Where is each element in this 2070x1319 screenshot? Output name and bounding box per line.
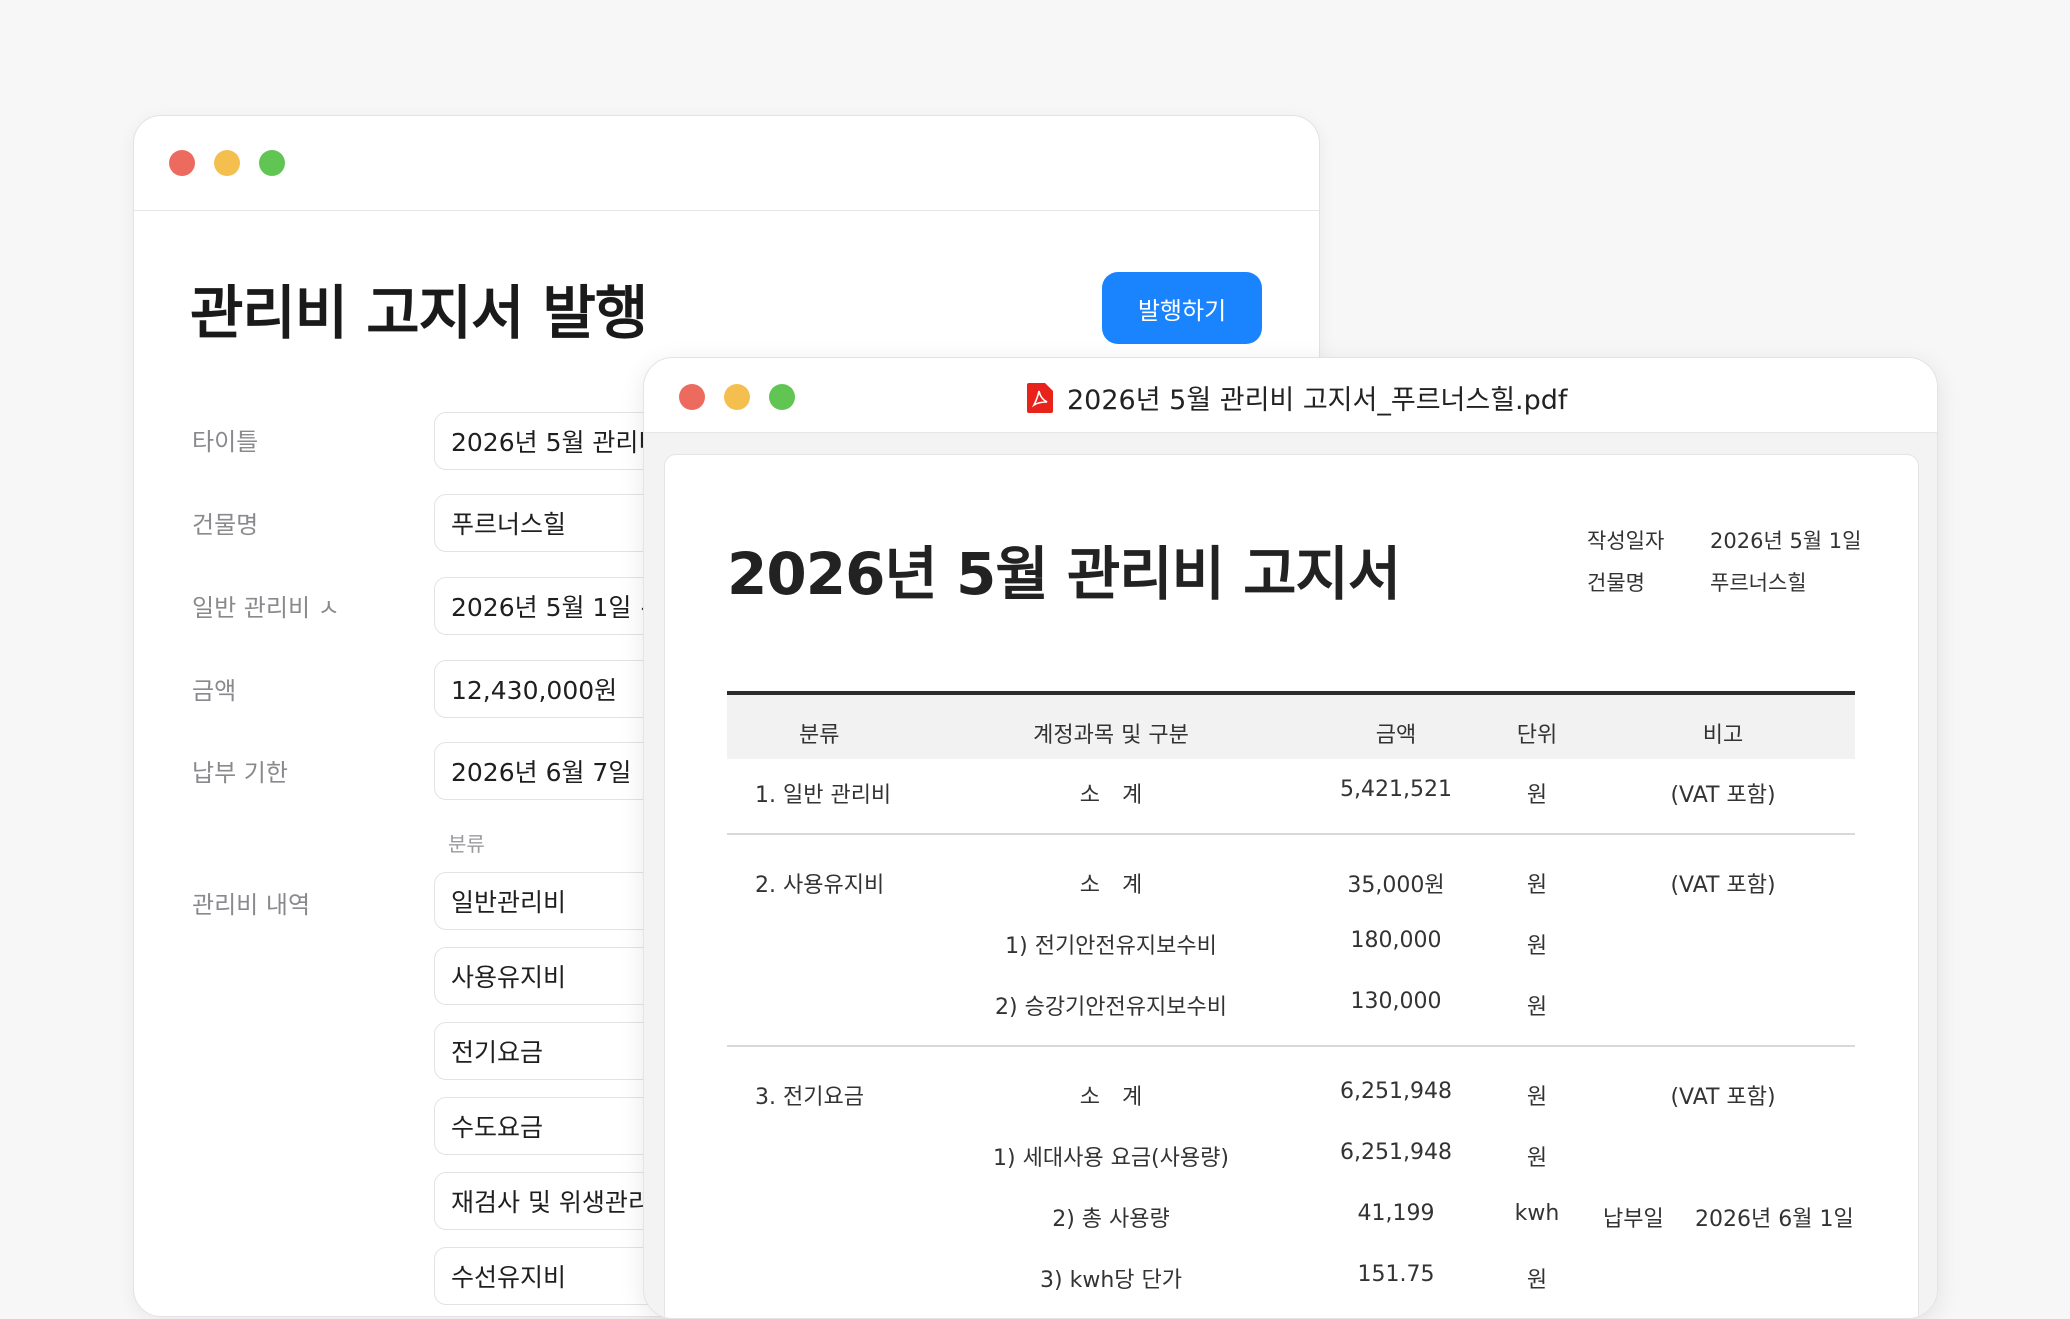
- window-titlebar: 2026년 5월 관리비 고지서_푸르너스힐.pdf: [644, 358, 1937, 433]
- table-cell-amount: 5,421,521: [1340, 777, 1452, 802]
- table-section: 3. 전기요금 소 계 6,251,948 원 (VAT 포함) 1) 세대사용…: [727, 1047, 1855, 1307]
- table-cell-amount: 151.75: [1357, 1262, 1435, 1287]
- payment-date-label: 납부일: [1603, 1207, 1664, 1232]
- building-value: 푸르너스힐: [1710, 571, 1807, 595]
- table-cell-item: 소 계: [1079, 1085, 1143, 1110]
- date-label: 작성일자: [1587, 529, 1665, 553]
- table-cell-item: 소 계: [1079, 783, 1143, 808]
- table-cell-item: 소 계: [1079, 873, 1143, 898]
- table-cell-amount: 180,000: [1350, 928, 1442, 953]
- header-category: 분류: [799, 723, 840, 748]
- table-cell-note: (VAT 포함): [1670, 1085, 1776, 1110]
- table-section: 1. 일반 관리비 소 계 5,421,521 원 (VAT 포함): [727, 759, 1855, 835]
- maximize-window-button[interactable]: [769, 384, 795, 410]
- building-label: 건물명: [192, 511, 259, 539]
- page-title: 관리비 고지서 발행: [190, 279, 648, 347]
- close-window-button[interactable]: [169, 150, 195, 176]
- section-category: 1. 일반 관리비: [755, 783, 892, 808]
- table-cell-unit: kwh: [1514, 1201, 1560, 1226]
- table-cell-unit: 원: [1526, 1268, 1548, 1293]
- table-cell-amount: 6,251,948: [1340, 1079, 1452, 1104]
- pdf-file-icon: [1027, 382, 1053, 413]
- building-label: 건물명: [1587, 571, 1645, 595]
- details-label: 관리비 내역: [192, 891, 311, 919]
- title-label: 타이틀: [192, 428, 259, 456]
- amount-label: 금액: [192, 677, 237, 705]
- header-item: 계정과목 및 구분: [1033, 723, 1189, 748]
- pdf-preview-window: 2026년 5월 관리비 고지서_푸르너스힐.pdf 2026년 5월 관리비 …: [643, 357, 1938, 1319]
- window-titlebar: [134, 116, 1319, 211]
- table-cell-unit: 원: [1526, 1146, 1548, 1171]
- category-column-label: 분류: [448, 832, 485, 856]
- header-unit: 단위: [1516, 723, 1558, 748]
- header-note: 비고: [1702, 723, 1744, 748]
- table-cell-amount: 41,199: [1357, 1201, 1435, 1226]
- section-category: 2. 사용유지비: [755, 873, 885, 898]
- payment-date-value: 2026년 6월 1일: [1695, 1207, 1854, 1232]
- header-amount: 금액: [1375, 723, 1417, 748]
- pdf-page: 2026년 5월 관리비 고지서 작성일자 2026년 5월 1일 건물명 푸르…: [664, 454, 1919, 1318]
- table-section: 2. 사용유지비 소 계 35,000원 원 (VAT 포함) 1) 전기안전유…: [727, 835, 1855, 1047]
- document-title: 2026년 5월 관리비 고지서: [727, 540, 1401, 608]
- table-cell-unit: 원: [1526, 1085, 1548, 1110]
- fee-table: 분류 계정과목 및 구분 금액 단위 비고 1. 일반 관리비 소 계 5,42…: [727, 691, 1855, 1307]
- window-controls: [169, 150, 285, 176]
- table-cell-unit: 원: [1526, 995, 1548, 1020]
- maximize-window-button[interactable]: [259, 150, 285, 176]
- due-date-label: 납부 기한: [192, 759, 288, 787]
- window-controls: [679, 384, 795, 410]
- table-cell-item: 1) 세대사용 요금(사용량): [993, 1146, 1229, 1171]
- table-cell-unit: 원: [1526, 934, 1548, 959]
- table-cell-amount: 130,000: [1350, 989, 1442, 1014]
- table-cell-item: 2) 총 사용량: [1052, 1207, 1170, 1232]
- table-cell-unit: 원: [1526, 783, 1548, 808]
- date-value: 2026년 5월 1일: [1710, 529, 1862, 553]
- table-cell-unit: 원: [1526, 873, 1548, 898]
- table-cell-item: 3) kwh당 단가: [1040, 1268, 1182, 1293]
- table-cell-item: 1) 전기안전유지보수비: [1005, 934, 1217, 959]
- minimize-window-button[interactable]: [214, 150, 240, 176]
- table-header: 분류 계정과목 및 구분 금액 단위 비고: [727, 691, 1855, 759]
- file-title: 2026년 5월 관리비 고지서_푸르너스힐.pdf: [1027, 378, 1567, 417]
- section-category: 3. 전기요금: [755, 1085, 864, 1110]
- minimize-window-button[interactable]: [724, 384, 750, 410]
- file-name: 2026년 5월 관리비 고지서_푸르너스힐.pdf: [1067, 385, 1568, 416]
- publish-button[interactable]: 발행하기: [1102, 272, 1262, 344]
- table-cell-amount: 35,000원: [1347, 873, 1445, 898]
- period-label: 일반 관리비 ㅅ: [192, 594, 340, 622]
- table-cell-amount: 6,251,948: [1340, 1140, 1452, 1165]
- close-window-button[interactable]: [679, 384, 705, 410]
- table-cell-note: (VAT 포함): [1670, 873, 1776, 898]
- table-cell-item: 2) 승강기안전유지보수비: [995, 995, 1227, 1020]
- table-cell-note: (VAT 포함): [1670, 783, 1776, 808]
